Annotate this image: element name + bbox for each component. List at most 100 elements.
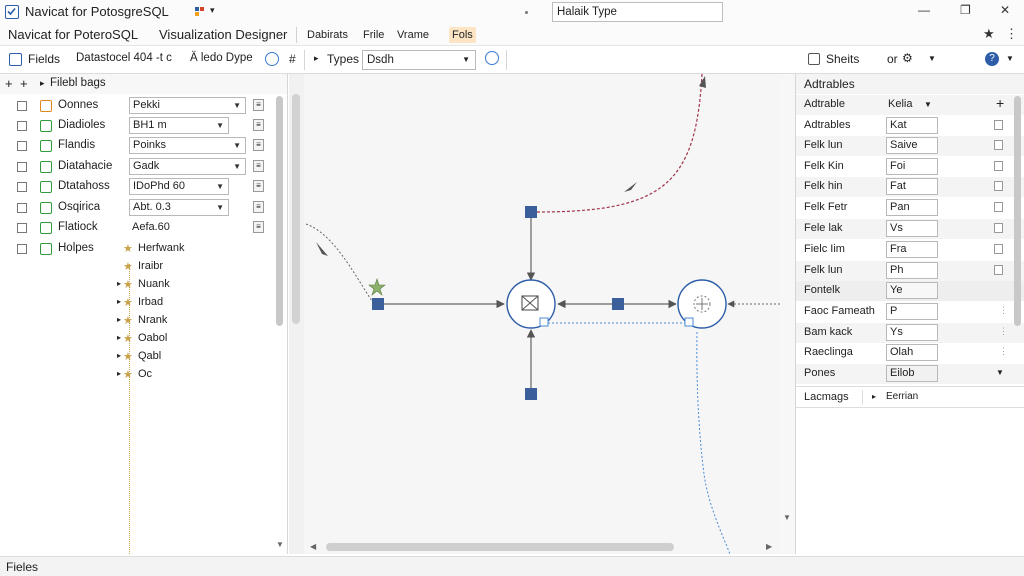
field-row[interactable]: Osqirica Abt. 0.3 ▼ ≡ <box>0 198 287 218</box>
add-icon[interactable]: + <box>5 76 13 91</box>
settings-chevron-icon[interactable]: ▼ <box>928 54 936 63</box>
right-scrollbar[interactable] <box>1014 96 1021 326</box>
add-attribute-button[interactable]: + <box>996 95 1004 111</box>
help-chevron-icon[interactable]: ▼ <box>1006 54 1014 63</box>
close-button[interactable]: ✕ <box>1000 3 1010 17</box>
field-value-select[interactable]: Pekki ▼ <box>129 97 246 114</box>
attribute-input[interactable]: P <box>886 303 938 320</box>
row-checkbox[interactable] <box>17 223 27 233</box>
row-action-icon[interactable]: ≡ <box>253 139 264 151</box>
attribute-input[interactable]: Ys <box>886 324 938 341</box>
row-action-icon[interactable]: ≡ <box>253 119 264 131</box>
attribute-input[interactable]: Fra <box>886 241 938 258</box>
attribute-input[interactable]: Foi <box>886 158 938 175</box>
splitter-handle[interactable] <box>292 94 300 324</box>
row-checkbox[interactable] <box>17 162 27 172</box>
list-item[interactable]: Herfwank <box>138 242 184 254</box>
scroll-down-icon[interactable]: ▼ <box>783 513 791 522</box>
attribute-toggle[interactable] <box>994 223 1003 233</box>
drag-handle-icon[interactable]: ⋮ <box>999 346 1008 357</box>
tree-expand-icon[interactable]: ▸ <box>117 315 121 324</box>
fields-button[interactable]: Fields <box>6 51 64 69</box>
drag-handle-icon[interactable]: ⋮ <box>999 305 1008 316</box>
collapse-icon[interactable]: ▸ <box>40 78 45 89</box>
type-select[interactable]: Dsdh ▼ <box>362 50 476 70</box>
help-icon[interactable]: ? <box>985 52 999 66</box>
list-item[interactable]: Nrank <box>138 314 167 326</box>
left-scrollbar[interactable] <box>276 96 283 326</box>
list-item[interactable]: Iraibr <box>138 260 163 272</box>
attribute-input[interactable]: Fat <box>886 178 938 195</box>
row-checkbox[interactable] <box>17 182 27 192</box>
chevron-down-icon[interactable]: ▼ <box>924 100 932 109</box>
expand-all-icon[interactable]: + <box>20 76 28 91</box>
attribute-input[interactable]: Ye <box>886 282 938 299</box>
drag-handle-icon[interactable]: ⋮ <box>999 326 1008 337</box>
tab-dabirats[interactable]: Dabirats <box>304 27 351 43</box>
hash-icon[interactable]: # <box>289 52 296 66</box>
scroll-left-icon[interactable]: ◀ <box>310 542 316 551</box>
list-item[interactable]: Oabol <box>138 332 167 344</box>
zoom-search-icon[interactable] <box>485 51 499 65</box>
field-row[interactable]: Diadioles BH1 m ▼ ≡ <box>0 116 287 136</box>
row-action-icon[interactable]: ≡ <box>253 221 264 233</box>
attribute-select[interactable]: Kelia <box>888 98 912 110</box>
scroll-down-icon[interactable]: ▼ <box>276 540 284 549</box>
row-action-icon[interactable]: ≡ <box>253 99 264 111</box>
row-checkbox[interactable] <box>17 101 27 111</box>
canvas-hscrollbar[interactable] <box>326 543 674 551</box>
list-item[interactable]: Oc <box>138 368 152 380</box>
footer-expand-icon[interactable]: ▸ <box>872 392 876 401</box>
attribute-input[interactable]: Eilob <box>886 365 938 382</box>
attribute-input[interactable]: Ph <box>886 262 938 279</box>
field-value-select[interactable]: IDoPhd 60 ▼ <box>129 178 229 195</box>
tree-expand-icon[interactable]: ▸ <box>117 333 121 342</box>
row-checkbox[interactable] <box>17 203 27 213</box>
tab-fols[interactable]: Fols <box>449 27 476 43</box>
favorite-star-icon[interactable]: ★ <box>983 26 995 42</box>
splitter[interactable] <box>289 74 304 554</box>
field-type-selector[interactable]: Ä ledo Dype <box>190 52 253 64</box>
sheets-button[interactable]: Sheits <box>826 52 859 66</box>
field-value-select[interactable]: Poinks ▼ <box>129 137 246 154</box>
list-item[interactable]: Irbad <box>138 296 163 308</box>
field-row[interactable]: Diatahacie Gadk ▼ ≡ <box>0 157 287 177</box>
search-input[interactable]: Halaik Type <box>552 2 723 22</box>
row-checkbox[interactable] <box>17 141 27 151</box>
tree-expand-icon[interactable]: ▸ <box>117 279 121 288</box>
attribute-toggle[interactable] <box>994 181 1003 191</box>
field-row[interactable]: Flatiock Aefa.60 ≡ <box>0 218 287 238</box>
field-row[interactable]: Oonnes Pekki ▼ ≡ <box>0 96 287 116</box>
row-action-icon[interactable]: ≡ <box>253 160 264 172</box>
field-row[interactable]: Dtatahoss IDoPhd 60 ▼ ≡ <box>0 177 287 197</box>
row-action-icon[interactable]: ≡ <box>253 201 264 213</box>
row-checkbox[interactable] <box>17 244 27 254</box>
tree-expand-icon[interactable]: ▸ <box>117 369 121 378</box>
tab-vrame[interactable]: Vrame <box>394 27 432 43</box>
attribute-toggle[interactable] <box>994 244 1003 254</box>
tab-frile[interactable]: Frile <box>360 27 387 43</box>
field-value-select[interactable]: BH1 m ▼ <box>129 117 229 134</box>
minimize-button[interactable]: — <box>918 3 930 17</box>
datastore-selector[interactable]: Datastocel 404 -t c <box>76 52 172 64</box>
or-button[interactable]: or <box>887 52 898 66</box>
design-canvas[interactable]: ◀ ▶ <box>304 73 780 555</box>
settings-icon[interactable]: ⚙ <box>902 51 913 65</box>
field-value-select[interactable]: Gadk ▼ <box>129 158 246 175</box>
attribute-toggle[interactable] <box>994 161 1003 171</box>
attribute-toggle[interactable] <box>994 265 1003 275</box>
scroll-right-icon[interactable]: ▶ <box>766 542 772 551</box>
sheets-icon[interactable] <box>808 53 820 65</box>
maximize-button[interactable]: ❐ <box>960 3 971 17</box>
attribute-input[interactable]: Kat <box>886 117 938 134</box>
title-dropdown-icon[interactable]: ▾ <box>210 5 215 16</box>
attribute-input[interactable]: Saive <box>886 137 938 154</box>
more-options-icon[interactable]: ⋮ <box>1005 26 1018 42</box>
list-item[interactable]: Nuank <box>138 278 170 290</box>
attribute-toggle[interactable] <box>994 202 1003 212</box>
attribute-toggle[interactable] <box>994 120 1003 130</box>
tree-expand-icon[interactable]: ▸ <box>117 351 121 360</box>
attribute-toggle[interactable] <box>994 140 1003 150</box>
attribute-input[interactable]: Vs <box>886 220 938 237</box>
chevron-down-icon[interactable]: ▼ <box>996 368 1004 377</box>
